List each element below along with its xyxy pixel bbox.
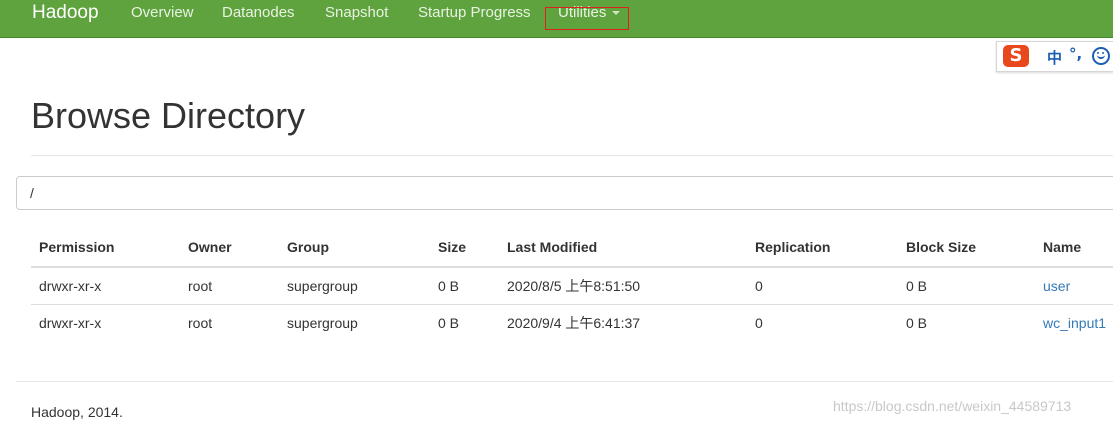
cell-last-modified: 2020/9/4 上午6:41:37: [507, 315, 641, 331]
cell-owner: root: [188, 315, 213, 331]
cell-group: supergroup: [287, 315, 358, 331]
cell-permission: drwxr-xr-x: [31, 267, 180, 305]
footer-text: Hadoop, 2014.: [31, 404, 123, 420]
cell-owner: root: [180, 267, 279, 305]
header-last-modified[interactable]: Last Modified: [499, 228, 747, 268]
header-block-size[interactable]: Block Size: [898, 228, 1035, 268]
cell-permission: drwxr-xr-x: [39, 315, 102, 331]
header-size[interactable]: Size: [430, 228, 499, 268]
page-title: Browse Directory: [31, 95, 306, 136]
cell-replication: 0: [747, 267, 898, 305]
table-row: drwxr-xr-x root supergroup 0 B 2020/8/5 …: [31, 267, 1113, 305]
table-row: drwxr-xr-x root supergroup 0 B 2020/9/4 …: [31, 305, 1113, 342]
header-name[interactable]: Name: [1035, 228, 1113, 268]
red-highlight-box: [545, 7, 629, 30]
name-link-wc-input1[interactable]: wc_input1: [1043, 315, 1106, 331]
cell-replication: 0: [755, 315, 763, 331]
cell-block-size: 0 B: [898, 267, 1035, 305]
table-header-row: Permission Owner Group Size Last Modifie…: [31, 228, 1113, 268]
ime-punctuation-toggle[interactable]: °,: [1069, 45, 1082, 63]
header-group[interactable]: Group: [279, 228, 430, 268]
name-link-user[interactable]: user: [1043, 278, 1070, 294]
footer-divider: [16, 381, 1113, 382]
cell-size: 0 B: [430, 267, 499, 305]
cell-group: supergroup: [279, 267, 430, 305]
nav-startup-progress[interactable]: Startup Progress: [418, 4, 531, 21]
ime-language-toggle[interactable]: 中: [1047, 47, 1062, 68]
cell-name: wc_input1: [1035, 305, 1113, 342]
ime-toolbar: S 中 °,: [996, 41, 1113, 72]
header-replication[interactable]: Replication: [747, 228, 898, 268]
directory-table: Permission Owner Group Size Last Modifie…: [31, 228, 1113, 341]
header-permission[interactable]: Permission: [31, 228, 180, 268]
nav-snapshot[interactable]: Snapshot: [325, 4, 388, 21]
watermark-text: https://blog.csdn.net/weixin_44589713: [833, 398, 1072, 414]
cell-name: user: [1035, 267, 1113, 305]
nav-datanodes[interactable]: Datanodes: [222, 4, 295, 21]
cell-block-size: 0 B: [906, 315, 928, 331]
cell-last-modified: 2020/8/5 上午8:51:50: [499, 267, 747, 305]
top-navbar: Hadoop Overview Datanodes Snapshot Start…: [0, 0, 1113, 38]
title-divider: [31, 155, 1113, 156]
sogou-logo-icon[interactable]: S: [1003, 45, 1029, 67]
directory-path-input[interactable]: [16, 176, 1113, 210]
brand-logo[interactable]: Hadoop: [32, 2, 99, 24]
emoji-icon[interactable]: [1092, 47, 1110, 65]
nav-overview[interactable]: Overview: [131, 4, 194, 21]
header-owner[interactable]: Owner: [180, 228, 279, 268]
cell-size: 0 B: [438, 315, 460, 331]
